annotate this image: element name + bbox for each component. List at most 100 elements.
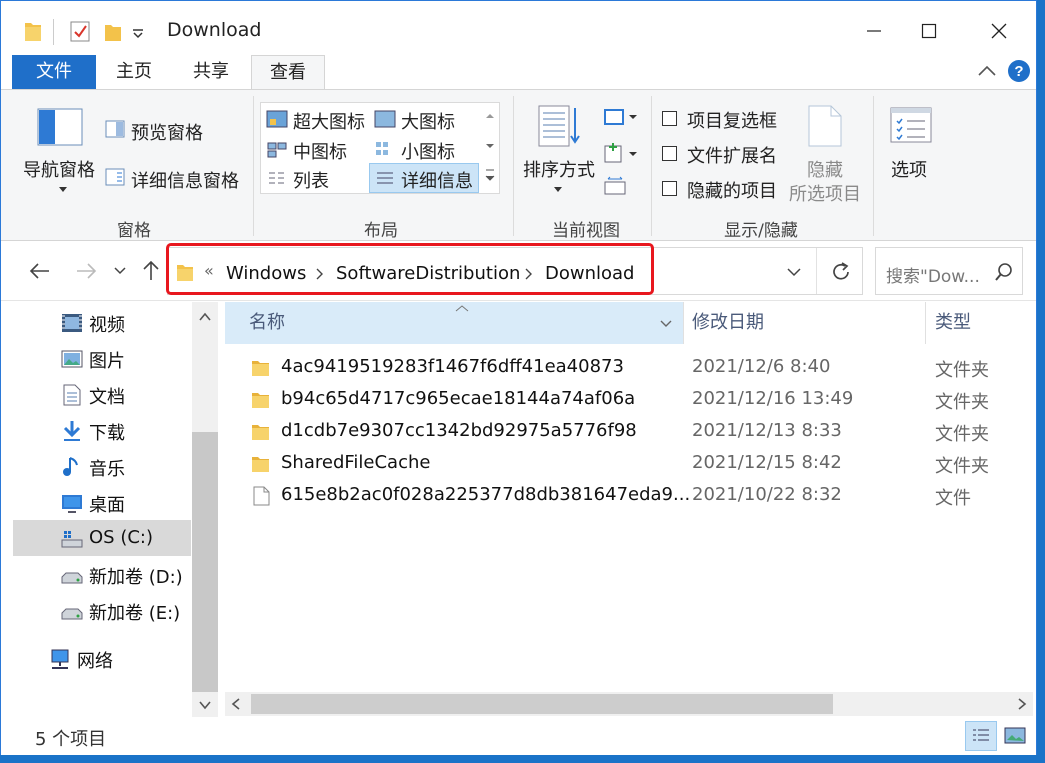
sidebar-item[interactable]: OS (C:) <box>13 520 191 556</box>
file-extensions-checkbox[interactable] <box>662 146 677 161</box>
up-icon[interactable] <box>141 259 161 281</box>
forward-icon[interactable] <box>75 261 99 281</box>
item-checkboxes-checkbox[interactable] <box>662 111 677 126</box>
vertical-scrollbar[interactable] <box>192 302 218 717</box>
layout-gallery-scroll-icon[interactable] <box>483 110 497 190</box>
layout-large-icons[interactable]: 大图标 <box>401 108 455 134</box>
sidebar-item-label: 网络 <box>77 651 113 672</box>
group-by-icon[interactable] <box>603 108 637 126</box>
large-icons-icon <box>374 110 396 128</box>
scroll-left-icon[interactable] <box>231 698 241 710</box>
column-dropdown-icon[interactable] <box>659 319 673 329</box>
sidebar-item[interactable]: 视频 <box>13 304 191 340</box>
list-icon <box>269 172 284 184</box>
search-icon[interactable] <box>994 262 1014 282</box>
sidebar-item-label: OS (C:) <box>89 527 153 548</box>
table-row[interactable]: SharedFileCache 2021/12/15 8:42 文件夹 <box>251 448 1031 480</box>
ribbon-panel: 导航窗格 预览窗格 详细信息窗格 窗格 超大图标 大图标 中图标 小图标 列表 … <box>1 89 1036 241</box>
help-icon[interactable]: ? <box>1007 59 1031 83</box>
item-checkboxes-label[interactable]: 项目复选框 <box>687 107 777 133</box>
group-label-panes: 窗格 <box>117 221 151 241</box>
size-all-columns-icon[interactable] <box>603 176 627 198</box>
large-icons-icon <box>1004 727 1026 744</box>
sidebar-item[interactable]: 下载 <box>13 412 191 448</box>
file-date: 2021/10/22 8:32 <box>692 484 842 505</box>
properties-icon[interactable] <box>69 19 91 45</box>
scroll-up-icon[interactable] <box>199 312 211 322</box>
new-folder-icon[interactable] <box>103 19 123 45</box>
preview-pane-button[interactable]: 预览窗格 <box>131 119 203 145</box>
download-icon <box>63 421 81 441</box>
chevron-down-icon[interactable] <box>553 186 563 194</box>
sort-by-button[interactable]: 排序方式 <box>523 156 595 182</box>
column-header-name[interactable]: 名称 <box>249 302 285 344</box>
details-pane-button[interactable]: 详细信息窗格 <box>131 167 239 193</box>
scroll-down-icon[interactable] <box>199 700 211 710</box>
sidebar-item-label: 文档 <box>89 387 125 408</box>
explorer-window: Download 文件 主页 共享 查看 ? 导航窗格 预览窗格 详细信息窗格 … <box>0 0 1037 755</box>
close-button[interactable] <box>964 9 1034 53</box>
music-icon <box>63 457 78 476</box>
recent-locations-icon[interactable] <box>113 265 127 277</box>
table-row[interactable]: d1cdb7e9307cc1342bd92975a5776f98 2021/12/… <box>251 416 1031 448</box>
sidebar-item[interactable]: 图片 <box>13 340 191 376</box>
chevron-down-icon[interactable] <box>58 186 68 194</box>
hidden-items-checkbox[interactable] <box>662 181 677 196</box>
collapse-ribbon-icon[interactable] <box>977 64 997 78</box>
hidden-items-label[interactable]: 隐藏的项目 <box>687 177 777 203</box>
sidebar-item[interactable]: 新加卷 (E:) <box>13 592 191 628</box>
scroll-right-icon[interactable] <box>1017 698 1027 710</box>
column-header-type[interactable]: 类型 <box>935 302 971 344</box>
address-dropdown-icon[interactable] <box>786 266 802 278</box>
maximize-button[interactable] <box>894 9 964 53</box>
search-input[interactable]: 搜索"Dow... <box>886 262 980 287</box>
ribbon-tabs: 文件 主页 共享 查看 ? <box>1 55 1036 90</box>
add-columns-icon[interactable] <box>603 142 637 164</box>
sidebar-item[interactable]: 文档 <box>13 376 191 412</box>
details-view-icon <box>973 729 989 741</box>
back-icon[interactable] <box>27 261 51 281</box>
sidebar-item[interactable]: 音乐 <box>13 448 191 484</box>
sidebar-item-label: 桌面 <box>89 495 125 516</box>
separator <box>816 248 817 294</box>
navigation-pane-icon <box>37 108 83 146</box>
table-row[interactable]: 615e8b2ac0f028a225377d8db381647eda9... 20… <box>251 480 1031 512</box>
layout-details[interactable]: 详细信息 <box>401 167 473 193</box>
close-icon <box>991 23 1007 39</box>
layout-small-icons[interactable]: 小图标 <box>401 138 455 164</box>
sidebar-item[interactable]: 桌面 <box>13 484 191 520</box>
options-button[interactable]: 选项 <box>891 156 927 182</box>
layout-medium-icons[interactable]: 中图标 <box>293 138 347 164</box>
navigation-pane-button[interactable]: 导航窗格 <box>23 156 95 182</box>
status-bar: 5 个项目 <box>1 717 1036 755</box>
layout-extra-large-icons[interactable]: 超大图标 <box>293 108 365 134</box>
column-divider[interactable] <box>925 302 926 344</box>
tab-share[interactable]: 共享 <box>178 55 244 89</box>
table-row[interactable]: 4ac9419519283f1467f6dff41ea40873 2021/12/… <box>251 352 1031 384</box>
sidebar-item[interactable]: 网络 <box>13 640 191 676</box>
file-date: 2021/12/6 8:40 <box>692 356 831 377</box>
hide-selected-items-button[interactable]: 隐藏 <box>807 156 843 182</box>
window-title: Download <box>167 19 262 41</box>
large-icons-view-toggle[interactable] <box>999 721 1031 751</box>
horizontal-scrollbar[interactable] <box>225 692 1033 716</box>
refresh-icon[interactable] <box>830 261 852 283</box>
layout-list[interactable]: 列表 <box>293 167 329 193</box>
quick-access-dropdown-icon[interactable] <box>131 27 145 53</box>
hide-selected-items-button-line2: 所选项目 <box>789 184 861 205</box>
group-label-layout: 布局 <box>364 221 398 241</box>
file-icon <box>253 486 270 506</box>
horizontal-scroll-thumb[interactable] <box>251 694 833 714</box>
tab-view[interactable]: 查看 <box>251 55 325 90</box>
column-header-date[interactable]: 修改日期 <box>692 302 764 344</box>
details-view-toggle[interactable] <box>965 721 997 751</box>
vertical-scroll-thumb[interactable] <box>192 432 218 692</box>
file-extensions-label[interactable]: 文件扩展名 <box>687 142 777 168</box>
column-divider[interactable] <box>683 302 684 344</box>
tab-home[interactable]: 主页 <box>101 55 167 89</box>
separator <box>651 96 652 236</box>
tab-file[interactable]: 文件 <box>12 55 96 89</box>
search-box[interactable]: 搜索"Dow... <box>875 247 1023 295</box>
table-row[interactable]: b94c65d4717c965ecae18144a74af06a 2021/12/… <box>251 384 1031 416</box>
sidebar-item[interactable]: 新加卷 (D:) <box>13 556 191 592</box>
